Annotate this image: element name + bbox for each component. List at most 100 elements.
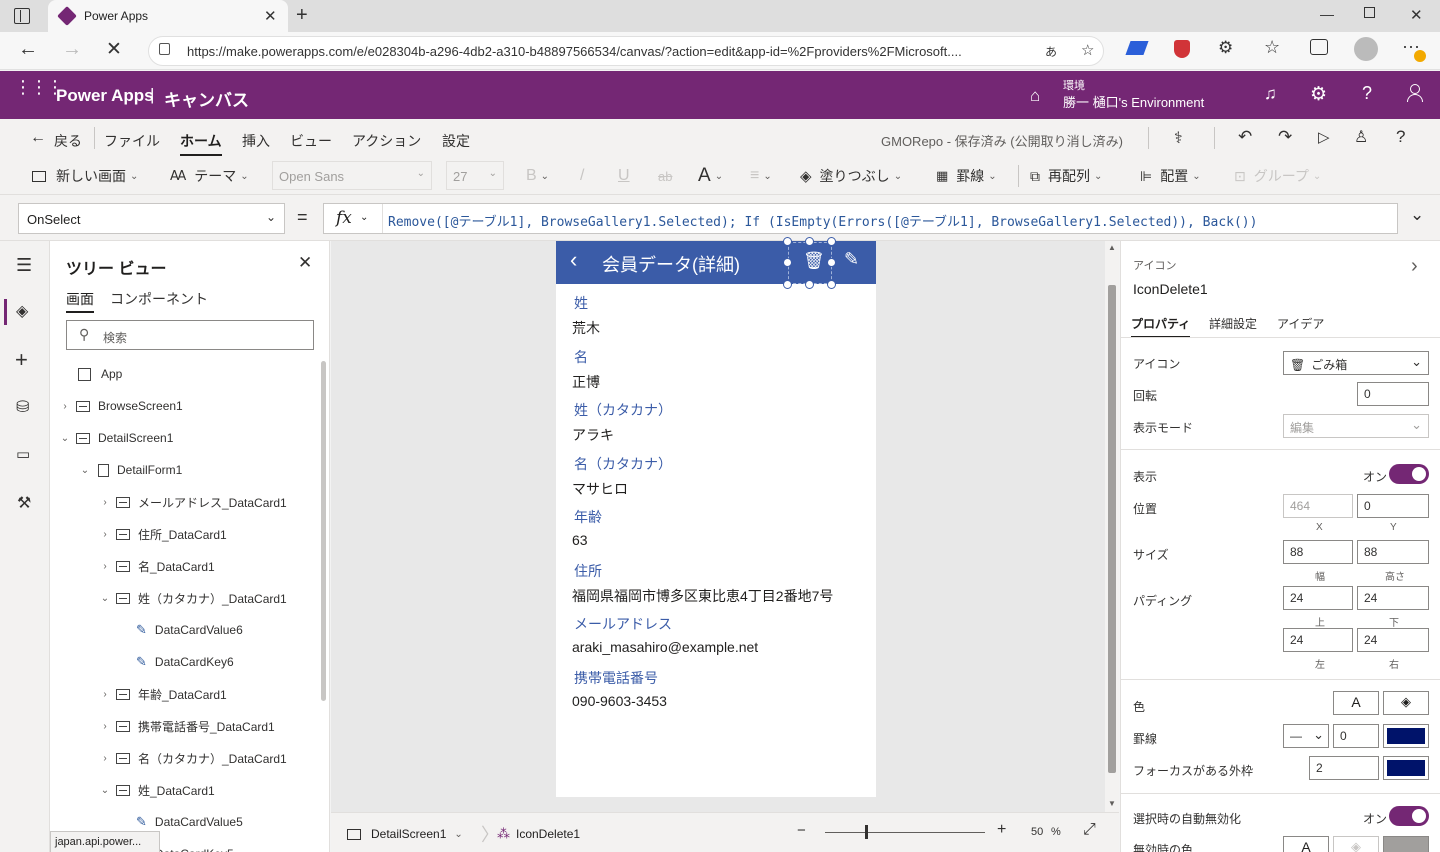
disabled-border-color-picker[interactable] bbox=[1383, 836, 1429, 852]
font-color-picker[interactable]: A bbox=[1333, 691, 1379, 715]
screen-breadcrumb[interactable]: DetailScreen1 ⌄ bbox=[347, 825, 463, 843]
height-input[interactable]: 88 bbox=[1357, 540, 1429, 564]
chevron-right-icon[interactable]: › bbox=[98, 529, 112, 540]
chevron-down-icon[interactable]: ⌄ bbox=[58, 433, 72, 444]
padding-top-input[interactable]: 24 bbox=[1283, 586, 1353, 610]
tree-item[interactable]: ⌄ DetailScreen1 bbox=[58, 422, 174, 454]
scroll-thumb[interactable] bbox=[1108, 285, 1116, 773]
padding-right-input[interactable]: 24 bbox=[1357, 628, 1429, 652]
padding-bottom-input[interactable]: 24 bbox=[1357, 586, 1429, 610]
url-field[interactable]: https://make.powerapps.com/e/e028304b-a2… bbox=[148, 36, 1104, 66]
back-icon[interactable]: ← bbox=[18, 38, 38, 61]
profile-avatar[interactable] bbox=[1354, 37, 1378, 61]
control-breadcrumb[interactable]: ⁂ IconDelete1 bbox=[497, 825, 580, 843]
close-icon[interactable]: ✕ bbox=[298, 253, 312, 273]
redo-icon[interactable]: ↷ bbox=[1278, 127, 1292, 147]
insert-icon[interactable]: + bbox=[15, 347, 28, 373]
formula-input[interactable]: fx ⌄ Remove([@テーブル1], BrowseGallery1.Sel… bbox=[323, 203, 1398, 234]
tab-actions-icon[interactable] bbox=[14, 8, 30, 24]
selection-handle[interactable] bbox=[783, 280, 792, 289]
new-screen-button[interactable]: 新しい画面 ⌄ bbox=[32, 157, 138, 195]
zoom-in-icon[interactable]: + bbox=[997, 821, 1006, 839]
close-window-icon[interactable]: ✕ bbox=[1410, 6, 1423, 24]
extensions-icon[interactable]: ⚙ bbox=[1218, 38, 1233, 58]
tree-item[interactable]: ⌄ DetailForm1 bbox=[78, 454, 183, 486]
tree-item[interactable]: App bbox=[58, 358, 122, 390]
auto-disable-toggle[interactable] bbox=[1389, 806, 1429, 826]
tree-item[interactable]: › 名（カタカナ）_DataCard1 bbox=[98, 742, 286, 774]
border-button[interactable]: ▦ 罫線 ⌄ bbox=[936, 157, 997, 195]
search-input[interactable]: ⚲ 検索 bbox=[66, 320, 314, 350]
back-arrow-icon[interactable]: ← bbox=[30, 129, 46, 147]
selection-handle[interactable] bbox=[827, 280, 836, 289]
chevron-right-icon[interactable]: › bbox=[98, 753, 112, 764]
detail-screen[interactable]: ‹ 会員データ(詳細) 🗑 ✎ 姓荒木名正博 姓（カタカナ） アラキ 名（カタカナ） マ… bbox=[556, 237, 876, 797]
read-aloud-icon[interactable]: あ bbox=[1045, 43, 1057, 60]
chevron-down-icon[interactable]: ⌄ bbox=[98, 593, 112, 604]
menu-file[interactable]: ファイル bbox=[104, 131, 160, 151]
menu-insert[interactable]: 挿入 bbox=[242, 131, 270, 151]
tree-scrollbar[interactable] bbox=[321, 361, 326, 701]
border-style-select[interactable]: — ⌄ bbox=[1283, 724, 1329, 748]
bold-button[interactable]: B ⌄ bbox=[526, 157, 549, 195]
delete-icon-selection[interactable]: 🗑 bbox=[788, 242, 832, 284]
selection-handle[interactable] bbox=[827, 258, 836, 267]
favorites-icon[interactable]: ☆ bbox=[1264, 37, 1280, 58]
tree-item[interactable]: › BrowseScreen1 bbox=[58, 390, 182, 422]
chevron-right-icon[interactable]: › bbox=[98, 689, 112, 700]
tab-screens[interactable]: 画面 bbox=[66, 289, 94, 313]
tree-item[interactable]: › 住所_DataCard1 bbox=[98, 518, 226, 550]
help-icon[interactable]: ? bbox=[1362, 83, 1372, 104]
tree-item[interactable]: ⌄ 姓（カタカナ）_DataCard1 bbox=[98, 582, 287, 614]
menu-home[interactable]: ホーム bbox=[180, 131, 222, 156]
help-question-icon[interactable]: ? bbox=[1396, 127, 1405, 147]
close-tab-icon[interactable]: ✕ bbox=[264, 7, 277, 25]
strikethrough-button[interactable]: ab bbox=[658, 157, 672, 195]
reorder-button[interactable]: ⧉ 再配列 ⌄ bbox=[1030, 157, 1102, 195]
expand-formula-icon[interactable]: ⌄ bbox=[1410, 205, 1424, 225]
menu-action[interactable]: アクション bbox=[352, 131, 421, 151]
chevron-down-icon[interactable]: ⌄ bbox=[98, 785, 112, 796]
font-color-button[interactable]: A ⌄ bbox=[698, 157, 723, 195]
group-button[interactable]: ⊡ グループ ⌄ bbox=[1234, 157, 1321, 195]
notifications-icon[interactable]: ♫ bbox=[1264, 84, 1277, 104]
back-chevron-icon[interactable]: ‹ bbox=[570, 247, 577, 273]
canvas-scrollbar[interactable]: ▲ ▼ bbox=[1105, 241, 1119, 812]
disabled-fill-picker[interactable]: ◈ bbox=[1333, 836, 1379, 852]
tab-components[interactable]: コンポーネント bbox=[110, 289, 208, 309]
extension-arrow-icon[interactable] bbox=[1125, 41, 1149, 55]
tree-item[interactable]: › 携帯電話番号_DataCard1 bbox=[98, 710, 274, 742]
font-size-select[interactable]: 27 ⌄ bbox=[446, 161, 504, 190]
user-account-icon[interactable] bbox=[1407, 84, 1423, 104]
chevron-right-icon[interactable]: › bbox=[98, 497, 112, 508]
back-button[interactable]: 戻る bbox=[54, 131, 82, 151]
menu-view[interactable]: ビュー bbox=[290, 131, 332, 151]
undo-icon[interactable]: ↶ bbox=[1238, 127, 1252, 147]
border-thickness-input[interactable]: 0 bbox=[1333, 724, 1379, 748]
focus-border-input[interactable]: 2 bbox=[1309, 756, 1379, 780]
edit-pencil-icon[interactable]: ✎ bbox=[844, 249, 859, 270]
browser-tab[interactable]: Power Apps ✕ bbox=[48, 0, 288, 32]
favorite-add-icon[interactable]: ☆ bbox=[1081, 41, 1094, 59]
extension-shield-icon[interactable] bbox=[1174, 40, 1190, 58]
fill-color-picker[interactable]: ◈ bbox=[1383, 691, 1429, 715]
hamburger-icon[interactable]: ☰ bbox=[16, 255, 32, 276]
tree-item[interactable]: › 年齢_DataCard1 bbox=[98, 678, 226, 710]
fx-icon[interactable]: fx bbox=[336, 208, 352, 228]
selection-handle[interactable] bbox=[805, 280, 814, 289]
rotation-input[interactable]: 0 bbox=[1357, 382, 1429, 406]
advanced-tools-icon[interactable]: ⚒ bbox=[17, 493, 31, 513]
collections-icon[interactable] bbox=[1310, 39, 1328, 55]
selection-handle[interactable] bbox=[783, 237, 792, 246]
minimize-icon[interactable]: — bbox=[1320, 6, 1334, 22]
fill-button[interactable]: ◈ 塗りつぶし ⌄ bbox=[800, 157, 902, 195]
share-icon[interactable]: ♙ bbox=[1354, 127, 1368, 147]
property-select[interactable]: OnSelect ⌄ bbox=[18, 203, 285, 234]
selection-handle[interactable] bbox=[805, 237, 814, 246]
env-name[interactable]: 勝一 樋口's Environment bbox=[1063, 92, 1204, 111]
trash-icon[interactable]: 🗑 bbox=[803, 251, 825, 271]
underline-button[interactable]: U bbox=[618, 157, 630, 195]
text-align-button[interactable]: ≡ ⌄ bbox=[750, 157, 772, 195]
selection-handle[interactable] bbox=[827, 237, 836, 246]
restore-icon[interactable] bbox=[1364, 7, 1375, 18]
